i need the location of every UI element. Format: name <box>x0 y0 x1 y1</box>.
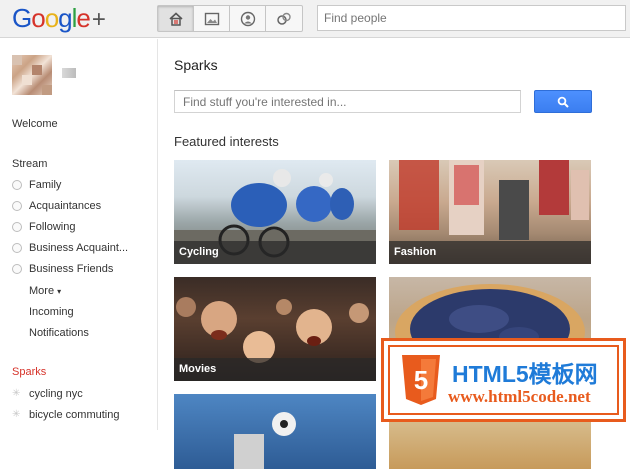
watermark-url: www.html5code.net <box>448 387 591 406</box>
left-sidebar: Welcome Stream Family Acquaintances Foll… <box>0 39 158 430</box>
interest-tile-fashion[interactable]: Fashion <box>389 160 591 264</box>
more-link[interactable]: More ▾ <box>29 285 61 297</box>
circle-icon <box>12 201 22 211</box>
profile-icon <box>240 11 255 26</box>
photos-icon <box>204 12 219 25</box>
stream-item-family[interactable]: Family <box>12 179 61 191</box>
search-button[interactable] <box>534 90 592 113</box>
avatar[interactable] <box>12 55 52 95</box>
dropdown-arrow-icon: ▾ <box>57 287 62 296</box>
top-bar: Google+ <box>0 0 630 38</box>
stream-item-business-acquaintances[interactable]: Business Acquaint... <box>12 242 128 254</box>
main-nav <box>157 5 303 32</box>
sparks-search-input[interactable] <box>174 90 521 113</box>
html5-shield-icon: 5 <box>402 355 440 405</box>
spark-icon: ✳ <box>12 409 21 420</box>
spark-item-cycling-nyc[interactable]: ✳ cycling nyc <box>12 388 83 400</box>
sports-photo <box>234 412 296 469</box>
page-title: Sparks <box>174 57 218 73</box>
photos-button[interactable] <box>194 6 230 31</box>
google-plus-logo[interactable]: Google+ <box>12 3 106 34</box>
home-button[interactable] <box>158 6 194 31</box>
watermark-banner: 5 HTML5模板网 www.html5code.net <box>381 338 626 422</box>
find-people-input[interactable] <box>317 5 626 31</box>
stream-item-acquaintances[interactable]: Acquaintances <box>12 200 101 212</box>
circle-icon <box>12 243 22 253</box>
spark-item-bicycle-commuting[interactable]: ✳ bicycle commuting <box>12 409 119 421</box>
search-icon <box>557 96 569 108</box>
html5-badge-text: 5 <box>414 365 428 395</box>
interest-tile-cycling[interactable]: Cycling <box>174 160 376 264</box>
profile-name-redacted <box>62 68 76 78</box>
stream-item-following[interactable]: Following <box>12 221 75 233</box>
circle-icon <box>12 222 22 232</box>
stream-item-business-friends[interactable]: Business Friends <box>12 263 113 275</box>
circles-button[interactable] <box>266 6 302 31</box>
profile-button[interactable] <box>230 6 266 31</box>
tile-caption: Fashion <box>389 241 591 264</box>
welcome-link[interactable]: Welcome <box>12 118 58 130</box>
stream-link[interactable]: Stream <box>12 158 47 170</box>
home-icon <box>168 11 183 26</box>
notifications-link[interactable]: Notifications <box>29 327 89 339</box>
circle-icon <box>12 180 22 190</box>
spark-icon: ✳ <box>12 388 21 399</box>
incoming-link[interactable]: Incoming <box>29 306 74 318</box>
circles-icon <box>277 12 291 25</box>
circle-icon <box>12 264 22 274</box>
interest-tile-sports[interactable] <box>174 394 376 469</box>
watermark-title: HTML5模板网 <box>452 361 598 387</box>
featured-interests-heading: Featured interests <box>174 134 279 149</box>
tile-caption: Cycling <box>174 241 376 264</box>
sparks-link[interactable]: Sparks <box>12 366 46 378</box>
tile-caption: Movies <box>174 358 376 381</box>
interest-tile-movies[interactable]: Movies <box>174 277 376 381</box>
